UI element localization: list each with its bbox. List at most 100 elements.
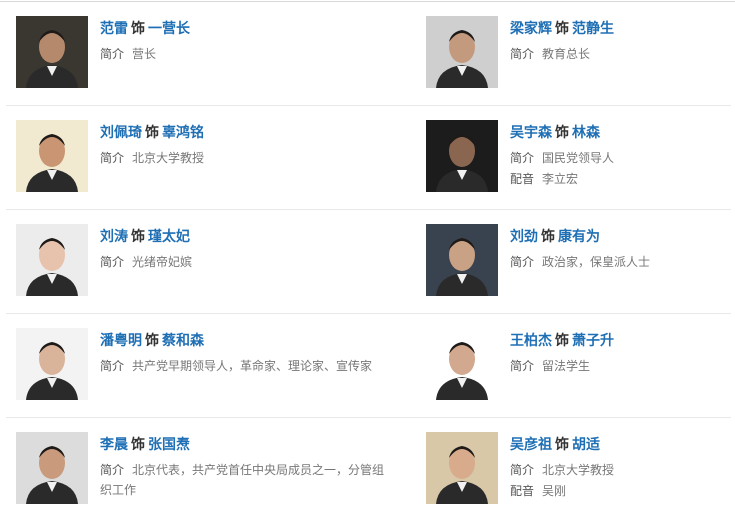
cast-title: 吴彦祖饰胡适 bbox=[510, 436, 735, 454]
intro-text: 留法学生 bbox=[542, 359, 591, 373]
intro-label: 简介 bbox=[510, 359, 535, 373]
cast-info: 吴宇森饰林森 简介 国民党领导人 配音 李立宏 bbox=[510, 124, 735, 189]
actor-name-link[interactable]: 刘劲 bbox=[510, 229, 538, 245]
actor-portrait[interactable] bbox=[16, 120, 88, 192]
intro-text: 北京大学教授 bbox=[542, 463, 615, 477]
intro-line: 简介 共产党早期领导人，革命家、理论家、宣传家 bbox=[100, 356, 390, 376]
cast-info: 吴彦祖饰胡适 简介 北京大学教授 配音 吴刚 bbox=[510, 436, 735, 501]
cast-row: 刘涛饰瑾太妃 简介 光绪帝妃嫔 刘劲饰康有为 简介 政治家，保皇派人士 bbox=[6, 210, 731, 314]
intro-line: 简介 营长 bbox=[100, 44, 400, 64]
cast-title: 范雷饰一营长 bbox=[100, 20, 400, 38]
intro-label: 简介 bbox=[510, 151, 535, 165]
cast-row: 潘粤明饰蔡和森 简介 共产党早期领导人，革命家、理论家、宣传家 王柏杰饰萧子升 简介留… bbox=[6, 314, 731, 418]
intro-text: 北京大学教授 bbox=[132, 151, 205, 165]
actor-name-link[interactable]: 梁家辉 bbox=[510, 21, 552, 37]
plays-connector: 饰 bbox=[555, 437, 569, 453]
actor-portrait[interactable] bbox=[426, 432, 498, 504]
cast-grid: 范雷饰一营长 简介 营长 梁家辉饰范静生 简介 教育总长 刘佩琦饰辜鸿铭 简介 北京大学教授 bbox=[0, 2, 735, 521]
voice-actor-text: 李立宏 bbox=[542, 172, 579, 186]
intro-text: 政治家，保皇派人士 bbox=[542, 255, 651, 269]
actor-portrait[interactable] bbox=[426, 328, 498, 400]
intro-label: 简介 bbox=[100, 463, 125, 477]
role-name-link[interactable]: 瑾太妃 bbox=[148, 229, 190, 245]
role-name-link[interactable]: 张国焘 bbox=[148, 437, 190, 453]
actor-name-link[interactable]: 吴宇森 bbox=[510, 125, 552, 141]
cast-info: 李晨饰张国焘简介 北京代表，共产党首任中央局成员之一，分管组织工作 bbox=[100, 436, 400, 500]
actor-name-link[interactable]: 王柏杰 bbox=[510, 333, 552, 349]
plays-connector: 饰 bbox=[131, 229, 145, 245]
cast-title: 梁家辉饰范静生 bbox=[510, 20, 735, 38]
intro-label: 简介 bbox=[510, 47, 535, 61]
plays-connector: 饰 bbox=[145, 333, 159, 349]
role-name-link[interactable]: 范静生 bbox=[572, 21, 614, 37]
actor-name-link[interactable]: 潘粤明 bbox=[100, 333, 142, 349]
cast-title: 刘劲饰康有为 bbox=[510, 228, 735, 246]
intro-line: 简介 北京代表，共产党首任中央局成员之一，分管组织工作 bbox=[100, 460, 390, 500]
intro-line: 简介 北京大学教授 bbox=[510, 460, 735, 480]
intro-text: 国民党领导人 bbox=[542, 151, 615, 165]
role-name-link[interactable]: 林森 bbox=[572, 125, 600, 141]
intro-line: 简介 教育总长 bbox=[510, 44, 735, 64]
intro-text: 教育总长 bbox=[542, 47, 591, 61]
intro-label: 简介 bbox=[100, 151, 125, 165]
actor-name-link[interactable]: 刘涛 bbox=[100, 229, 128, 245]
intro-line: 简介 光绪帝妃嫔 bbox=[100, 252, 400, 272]
actor-portrait[interactable] bbox=[16, 16, 88, 88]
actor-portrait[interactable] bbox=[426, 16, 498, 88]
cast-row: 范雷饰一营长 简介 营长 梁家辉饰范静生 简介 教育总长 bbox=[6, 2, 731, 106]
intro-label: 简介 bbox=[100, 255, 125, 269]
plays-connector: 饰 bbox=[131, 21, 145, 37]
actor-portrait[interactable] bbox=[426, 120, 498, 192]
cast-title: 王柏杰饰萧子升 bbox=[510, 332, 735, 350]
voice-actor-text: 吴刚 bbox=[542, 484, 567, 498]
cast-info: 刘劲饰康有为 简介 政治家，保皇派人士 bbox=[510, 228, 735, 272]
cast-title: 刘涛饰瑾太妃 bbox=[100, 228, 400, 246]
intro-text: 营长 bbox=[132, 47, 157, 61]
cast-info: 刘涛饰瑾太妃 简介 光绪帝妃嫔 bbox=[100, 228, 400, 272]
plays-connector: 饰 bbox=[541, 229, 555, 245]
plays-connector: 饰 bbox=[131, 437, 145, 453]
actor-portrait[interactable] bbox=[16, 328, 88, 400]
role-name-link[interactable]: 萧子升 bbox=[572, 333, 614, 349]
actor-name-link[interactable]: 范雷 bbox=[100, 21, 128, 37]
cast-info: 潘粤明饰蔡和森简介 共产党早期领导人，革命家、理论家、宣传家 bbox=[100, 332, 400, 376]
cast-info: 王柏杰饰萧子升 简介 留法学生 bbox=[510, 332, 735, 376]
intro-line: 简介 留法学生 bbox=[510, 356, 735, 376]
cast-title: 李晨饰张国焘 bbox=[100, 436, 400, 454]
actor-portrait[interactable] bbox=[426, 224, 498, 296]
role-name-link[interactable]: 蔡和森 bbox=[162, 333, 204, 349]
cast-info: 梁家辉饰范静生 简介 教育总长 bbox=[510, 20, 735, 64]
voice-line: 配音 李立宏 bbox=[510, 169, 735, 189]
plays-connector: 饰 bbox=[555, 21, 569, 37]
actor-portrait[interactable] bbox=[16, 224, 88, 296]
intro-label: 简介 bbox=[100, 359, 125, 373]
intro-text: 光绪帝妃嫔 bbox=[132, 255, 193, 269]
plays-connector: 饰 bbox=[555, 333, 569, 349]
role-name-link[interactable]: 一营长 bbox=[148, 21, 190, 37]
role-name-link[interactable]: 康有为 bbox=[558, 229, 600, 245]
intro-label: 简介 bbox=[510, 463, 535, 477]
voice-line: 配音 吴刚 bbox=[510, 481, 735, 501]
intro-label: 简介 bbox=[510, 255, 535, 269]
cast-row: 李晨饰张国焘 简介 北京代表，共产党首任中央局成员之一，分管组织工作 吴彦祖饰胡适简… bbox=[6, 418, 731, 521]
role-name-link[interactable]: 胡适 bbox=[572, 437, 600, 453]
actor-name-link[interactable]: 吴彦祖 bbox=[510, 437, 552, 453]
cast-row: 刘佩琦饰辜鸿铭 简介 北京大学教授 吴宇森饰林森 简介 国民党领导人 配音 李立宏 bbox=[6, 106, 731, 210]
actor-name-link[interactable]: 刘佩琦 bbox=[100, 125, 142, 141]
actor-portrait[interactable] bbox=[16, 432, 88, 504]
cast-title: 刘佩琦饰辜鸿铭 bbox=[100, 124, 400, 142]
intro-line: 简介 政治家，保皇派人士 bbox=[510, 252, 735, 272]
intro-line: 简介 国民党领导人 bbox=[510, 148, 735, 168]
actor-name-link[interactable]: 李晨 bbox=[100, 437, 128, 453]
intro-label: 简介 bbox=[100, 47, 125, 61]
intro-text: 北京代表，共产党首任中央局成员之一，分管组织工作 bbox=[100, 463, 385, 497]
role-name-link[interactable]: 辜鸿铭 bbox=[162, 125, 204, 141]
cast-title: 吴宇森饰林森 bbox=[510, 124, 735, 142]
plays-connector: 饰 bbox=[145, 125, 159, 141]
cast-info: 刘佩琦饰辜鸿铭 简介 北京大学教授 bbox=[100, 124, 400, 168]
voice-label: 配音 bbox=[510, 484, 535, 498]
voice-label: 配音 bbox=[510, 172, 535, 186]
plays-connector: 饰 bbox=[555, 125, 569, 141]
intro-text: 共产党早期领导人，革命家、理论家、宣传家 bbox=[132, 359, 373, 373]
intro-line: 简介 北京大学教授 bbox=[100, 148, 400, 168]
